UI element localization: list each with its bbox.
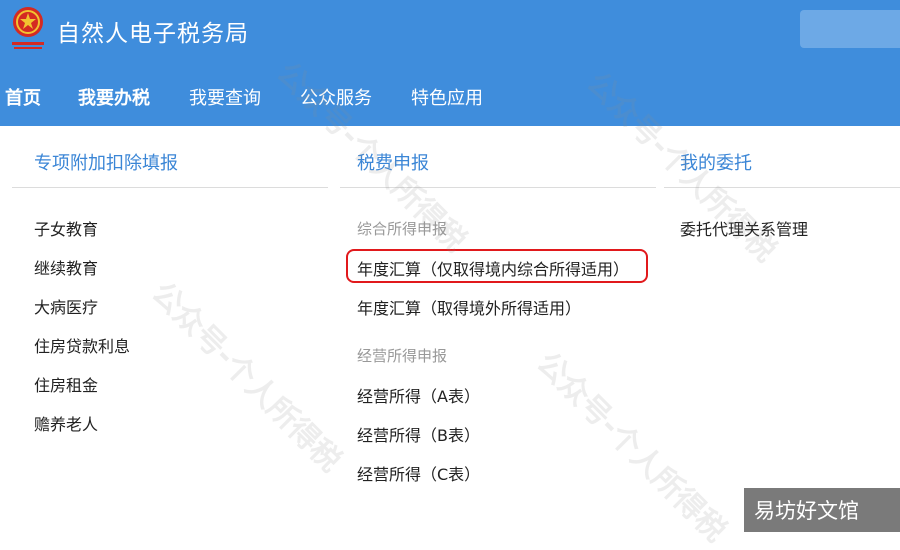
search-input[interactable] xyxy=(800,10,900,48)
col-my-delegation-title[interactable]: 我的委托 xyxy=(680,149,752,175)
menu-item-annual-settlement-overseas[interactable]: 年度汇算（取得境外所得适用） xyxy=(357,295,581,319)
top-bar: 自然人电子税务局 首页 我要办税 我要查询 公众服务 特色应用 xyxy=(0,0,900,123)
nav-home[interactable]: 首页 xyxy=(5,80,41,118)
menu-item-continuing-education[interactable]: 继续教育 xyxy=(34,255,98,279)
menu-item-housing-loan-interest[interactable]: 住房贷款利息 xyxy=(34,333,130,357)
menu-item-serious-illness[interactable]: 大病医疗 xyxy=(34,294,98,318)
dropdown-menu: 专项附加扣除填报 子女教育 继续教育 大病医疗 住房贷款利息 住房租金 赡养老人… xyxy=(0,123,900,532)
menu-item-business-income-c[interactable]: 经营所得（C表） xyxy=(357,461,480,485)
badge-text: 易坊好文馆 xyxy=(754,499,859,523)
menu-item-business-income-b[interactable]: 经营所得（B表） xyxy=(357,422,480,446)
divider xyxy=(664,187,900,188)
nav-featured-apps[interactable]: 特色应用 xyxy=(411,80,483,118)
watermark-badge: 易坊好文馆 xyxy=(744,488,900,532)
tax-emblem-icon xyxy=(12,7,44,49)
menu-item-housing-rent[interactable]: 住房租金 xyxy=(34,372,98,396)
menu-item-business-income-a[interactable]: 经营所得（A表） xyxy=(357,383,480,407)
subhead-business-income: 经营所得申报 xyxy=(357,347,448,365)
col-special-deduction-title[interactable]: 专项附加扣除填报 xyxy=(34,149,178,175)
subhead-comprehensive-income: 综合所得申报 xyxy=(357,220,448,238)
app-title: 自然人电子税务局 xyxy=(57,21,249,47)
nav-public-service[interactable]: 公众服务 xyxy=(300,80,372,118)
divider xyxy=(340,187,656,188)
highlight-box xyxy=(346,249,648,283)
nav-query[interactable]: 我要查询 xyxy=(189,80,261,118)
main-nav: 首页 我要办税 我要查询 公众服务 特色应用 xyxy=(0,80,483,123)
menu-item-elderly-support[interactable]: 赡养老人 xyxy=(34,411,98,435)
col-tax-declaration-title[interactable]: 税费申报 xyxy=(357,149,429,175)
menu-item-delegation-management[interactable]: 委托代理关系管理 xyxy=(680,216,808,240)
menu-item-child-education[interactable]: 子女教育 xyxy=(34,216,98,240)
divider xyxy=(12,187,328,188)
nav-tax-service[interactable]: 我要办税 xyxy=(78,80,150,118)
